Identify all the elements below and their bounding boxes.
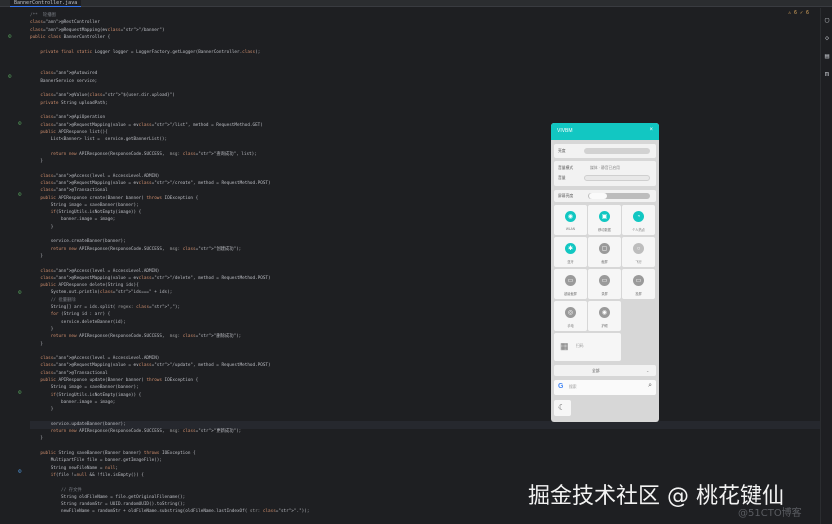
right-tool-strip: ▢ ◇ ▤ m	[820, 8, 832, 524]
tab-banner-controller[interactable]: BannerController.java	[10, 0, 82, 7]
tile-2[interactable]: ▣ 移动数据	[588, 205, 621, 235]
bean-icon[interactable]: ⊙	[18, 289, 22, 296]
notifications-icon[interactable]: ▢	[823, 16, 831, 24]
code-line[interactable]: return new APIResponse(ResponseCode.SUCC…	[30, 428, 242, 436]
scan-tile[interactable]: ▦ 扫码	[554, 333, 621, 361]
watermark-sub: @51CTO博客	[738, 508, 802, 519]
tile-6[interactable]: ○ 飞行	[622, 237, 655, 267]
maven-icon[interactable]: m	[823, 70, 831, 78]
dark-mode-tile[interactable]: ☾	[554, 400, 571, 416]
code-line[interactable]: }	[30, 341, 43, 349]
run-icon[interactable]: ⊙	[18, 468, 22, 475]
tile-icon: ◉	[565, 211, 576, 222]
search-placeholder: 搜索	[569, 385, 577, 389]
tile-icon: ○	[633, 243, 644, 254]
header-title: VIVBM	[557, 128, 573, 134]
slider-thumb[interactable]	[589, 193, 607, 199]
filter-select[interactable]: 全部	[592, 369, 600, 374]
code-line[interactable]: BannerService service;	[30, 78, 97, 86]
tile-label: 移动数据	[598, 228, 611, 232]
tile-icon: ▢	[599, 243, 610, 254]
google-icon: G	[558, 383, 564, 390]
tile-label: 飞行	[635, 260, 642, 264]
tile-icon: ▭	[599, 275, 610, 286]
tile-7[interactable]: ▭ 超级截屏	[554, 269, 587, 299]
tile-icon: ▣	[599, 211, 610, 222]
tile-label: 录屏	[601, 292, 608, 296]
tile-4[interactable]: ✱ 蓝牙	[554, 237, 587, 267]
tile-label: 超级截屏	[564, 292, 577, 296]
bean-icon[interactable]: ⊙	[8, 33, 12, 40]
tile-9[interactable]: ▭ 投屏	[622, 269, 655, 299]
code-line[interactable]: return new APIResponse(ResponseCode.SUCC…	[30, 246, 242, 254]
code-line[interactable]: return new APIResponse(ResponseCode.SUCC…	[30, 151, 257, 159]
code-line[interactable]: public class BannerController {	[30, 34, 110, 42]
tile-3[interactable]: ◔ 个人热点	[622, 205, 655, 235]
tile-1[interactable]: ◉ WLAN	[554, 205, 587, 235]
bean-icon[interactable]: ⊙	[18, 389, 22, 396]
brightness-row: 亮度	[554, 144, 656, 158]
ai-assistant-icon[interactable]: ◇	[823, 34, 831, 42]
moon-icon: ☾	[558, 403, 566, 412]
brightness-slider[interactable]	[584, 148, 650, 154]
chevron-down-icon[interactable]: ⌄	[646, 368, 649, 373]
volume-card: 音量模式 媒体 · 静音已启用 音量	[554, 161, 656, 186]
code-line[interactable]: }	[30, 253, 43, 261]
brightness-label: 亮度	[558, 149, 566, 153]
tile-icon: ▭	[565, 275, 576, 286]
tile-icon: ✱	[565, 243, 576, 254]
tile-label: 个人热点	[632, 228, 645, 232]
qr-icon: ▦	[560, 341, 569, 351]
filter-row: 全部 ⌄	[554, 365, 656, 376]
code-line[interactable]: }	[30, 406, 54, 414]
screen-brightness-label: 屏幕亮度	[558, 194, 574, 198]
code-line[interactable]: return new APIResponse(ResponseCode.SUCC…	[30, 333, 242, 341]
bean-icon[interactable]: ⊙	[18, 191, 22, 198]
tile-8[interactable]: ▭ 录屏	[588, 269, 621, 299]
code-line[interactable]: }	[30, 224, 54, 232]
control-center-header: VIVBM ×	[551, 123, 659, 140]
volume-slider[interactable]	[584, 175, 650, 181]
search-icon[interactable]: ⌕	[648, 382, 652, 390]
volume-mode-label: 音量模式	[558, 166, 574, 170]
code-line[interactable]: newFileName = randomStr + oldFileName.su…	[30, 508, 309, 516]
bean-icon[interactable]: ⊙	[8, 73, 12, 80]
editor-tab-bar: BannerController.java	[0, 0, 832, 7]
tile-label: 投屏	[635, 292, 642, 296]
tile-10[interactable]: ◎ 手电	[554, 301, 587, 331]
tile-label: WLAN	[565, 227, 576, 231]
tile-icon: ▭	[633, 275, 644, 286]
tile-label: 截屏	[601, 260, 608, 264]
tile-icon: ◎	[565, 307, 576, 318]
close-icon[interactable]: ×	[649, 127, 653, 133]
volume-mode-value[interactable]: 媒体 · 静音已启用	[590, 166, 620, 171]
tile-icon: ◔	[633, 211, 644, 222]
code-line[interactable]: }	[30, 158, 43, 166]
database-icon[interactable]: ▤	[823, 52, 831, 60]
screen-brightness-row: 屏幕亮度	[554, 190, 656, 202]
tile-label: 手电	[567, 324, 574, 328]
tile-label: 护眼	[601, 324, 608, 328]
code-editor[interactable]: /** 轮播图 class="ann">@RestController class=…	[30, 8, 820, 524]
tile-5[interactable]: ▢ 截屏	[588, 237, 621, 267]
phone-emulator[interactable]: VIVBM × 亮度 音量模式 媒体 · 静音已启用 音量 屏幕亮度 ◉ WLAN…	[551, 123, 659, 422]
search-bar[interactable]: G 搜索 ⌕	[554, 380, 656, 395]
code-line[interactable]: private String uploadPath;	[30, 100, 107, 108]
scan-label: 扫码	[576, 344, 584, 348]
bean-icon[interactable]: ⊙	[18, 120, 22, 127]
tile-icon: ◉	[599, 307, 610, 318]
code-line[interactable]: private final static Logger logger = Log…	[30, 49, 260, 57]
volume-label: 音量	[558, 176, 566, 180]
tile-11[interactable]: ◉ 护眼	[588, 301, 621, 331]
code-line[interactable]: List<Banner> list = service.getBannerLis…	[30, 136, 167, 144]
code-line[interactable]: if(file !=null && !file.isEmpty()) {	[30, 472, 144, 480]
tile-label: 蓝牙	[567, 260, 574, 264]
code-line[interactable]: }	[30, 435, 43, 443]
